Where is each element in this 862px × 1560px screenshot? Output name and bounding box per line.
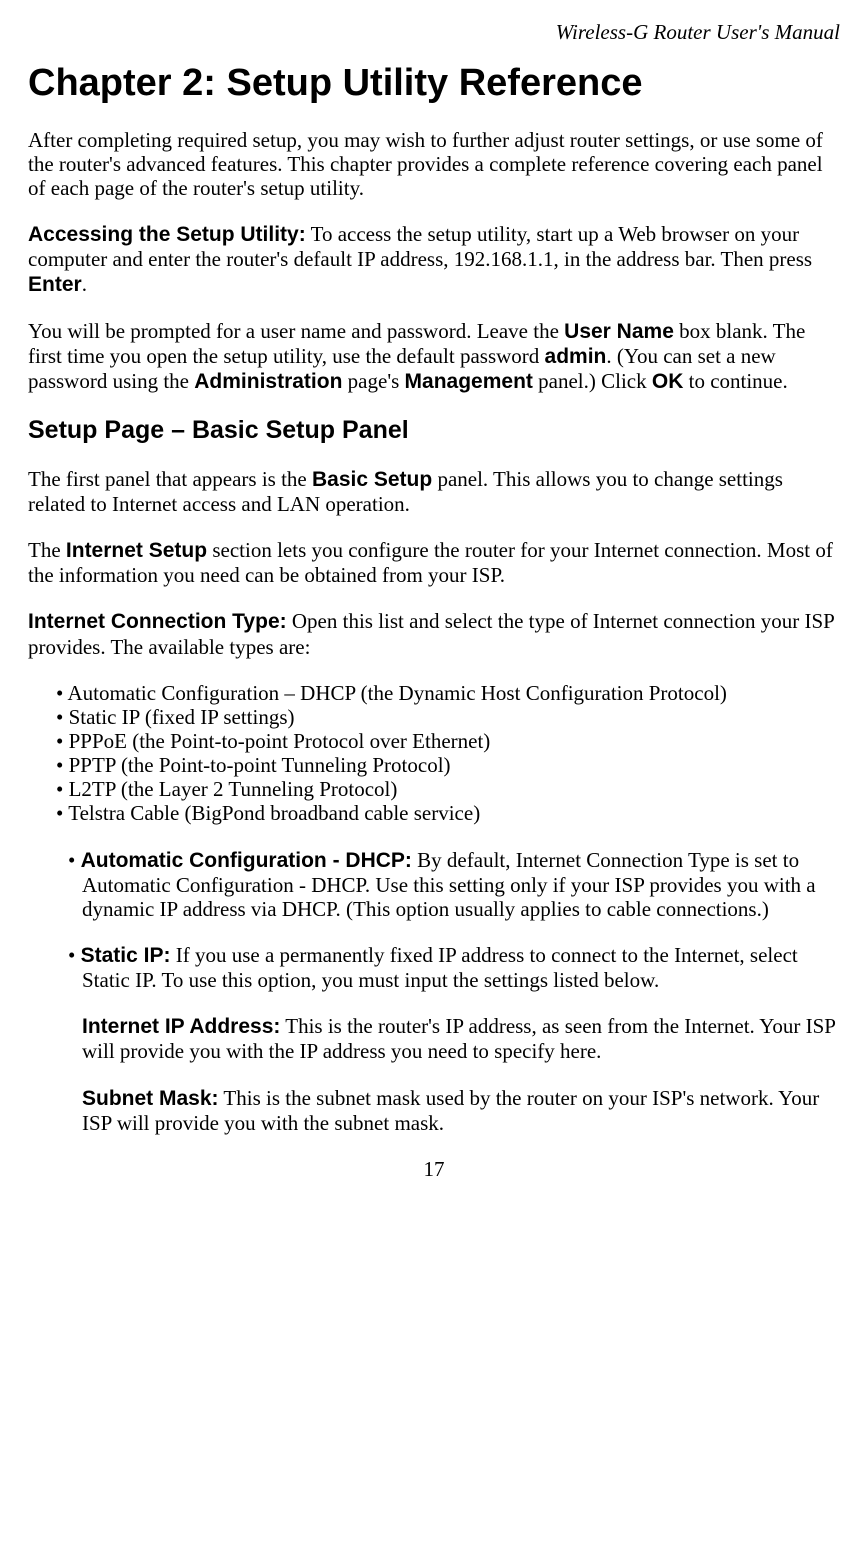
administration-label: Administration (194, 370, 342, 393)
connection-types-list: • Automatic Configuration – DHCP (the Dy… (56, 681, 840, 826)
internetsetup-text1: The (28, 538, 66, 562)
list-item: • PPTP (the Point-to-point Tunneling Pro… (56, 753, 840, 777)
list-item: • PPPoE (the Point-to-point Protocol ove… (56, 729, 840, 753)
conntype-paragraph: Internet Connection Type: Open this list… (28, 609, 840, 658)
login-text4: page's (342, 369, 404, 393)
section-title: Setup Page – Basic Setup Panel (28, 416, 840, 445)
login-text5: panel.) Click (533, 369, 652, 393)
accessing-label: Accessing the Setup Utility: (28, 223, 306, 246)
login-paragraph: You will be prompted for a user name and… (28, 319, 840, 394)
ok-label: OK (652, 370, 684, 393)
chapter-title: Chapter 2: Setup Utility Reference (28, 62, 840, 106)
conntype-label: Internet Connection Type: (28, 610, 287, 633)
list-item: • L2TP (the Layer 2 Tunneling Protocol) (56, 777, 840, 801)
staticip-text: If you use a permanently fixed IP addres… (82, 943, 798, 992)
accessing-text2: . (82, 272, 87, 296)
subnet-item: Subnet Mask: This is the subnet mask use… (42, 1086, 840, 1135)
running-header: Wireless-G Router User's Manual (28, 20, 840, 44)
list-item: • Automatic Configuration – DHCP (the Dy… (56, 681, 840, 705)
login-text6: to continue. (683, 369, 787, 393)
username-label: User Name (564, 320, 674, 343)
list-item: • Telstra Cable (BigPond broadband cable… (56, 801, 840, 825)
intro-paragraph: After completing required setup, you may… (28, 128, 840, 200)
bullet: • (68, 848, 81, 872)
admin-label: admin (545, 345, 607, 368)
staticip-label: Static IP: (81, 944, 171, 967)
internetip-item: Internet IP Address: This is the router'… (42, 1014, 840, 1063)
basicsetup-paragraph: The first panel that appears is the Basi… (28, 467, 840, 516)
page-number: 17 (28, 1157, 840, 1181)
dhcp-item: • Automatic Configuration - DHCP: By def… (42, 848, 840, 921)
login-text1: You will be prompted for a user name and… (28, 319, 564, 343)
list-item: • Static IP (fixed IP settings) (56, 705, 840, 729)
subnet-label: Subnet Mask: (82, 1087, 219, 1110)
internetsetup-paragraph: The Internet Setup section lets you conf… (28, 538, 840, 587)
accessing-paragraph: Accessing the Setup Utility: To access t… (28, 222, 840, 296)
basicsetup-label: Basic Setup (312, 468, 432, 491)
detail-list: • Automatic Configuration - DHCP: By def… (42, 848, 840, 1135)
internetsetup-label: Internet Setup (66, 539, 207, 562)
management-label: Management (405, 370, 533, 393)
bullet: • (68, 943, 81, 967)
enter-key: Enter (28, 273, 82, 296)
dhcp-label: Automatic Configuration - DHCP: (81, 849, 412, 872)
basicsetup-text1: The first panel that appears is the (28, 467, 312, 491)
staticip-item: • Static IP: If you use a permanently fi… (42, 943, 840, 992)
internetip-label: Internet IP Address: (82, 1015, 280, 1038)
